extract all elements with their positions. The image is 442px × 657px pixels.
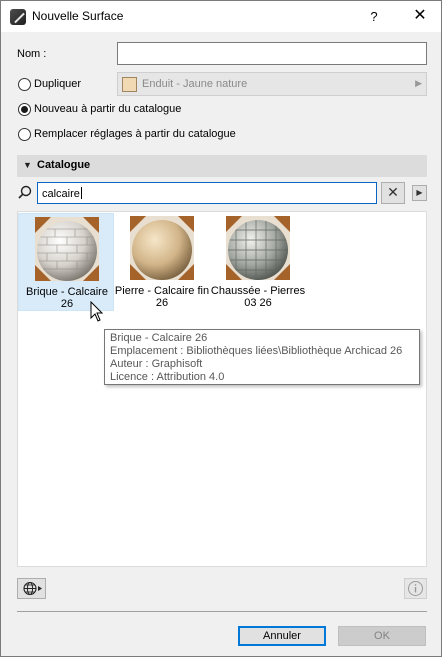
window-title: Nouvelle Surface bbox=[32, 9, 124, 23]
brick-sphere-thumbnail-icon bbox=[35, 217, 99, 281]
new-from-catalog-label[interactable]: Nouveau à partir du catalogue bbox=[34, 103, 181, 115]
mouse-cursor-icon bbox=[90, 301, 104, 322]
catalog-item-pierre-calcaire[interactable]: Pierre - Calcaire fin 26 bbox=[114, 213, 210, 311]
surface-color-swatch bbox=[122, 77, 137, 92]
tooltip-name: Brique - Calcaire 26 bbox=[110, 332, 208, 344]
replace-settings-label[interactable]: Remplacer réglages à partir du catalogue bbox=[34, 128, 236, 140]
tooltip-license: Licence : Attribution 4.0 bbox=[110, 371, 225, 383]
archicad-app-icon bbox=[10, 9, 26, 25]
search-input-value: calcaire bbox=[42, 187, 82, 200]
dropdown-arrow-icon: ▶ bbox=[415, 78, 422, 88]
catalog-section-header[interactable]: ▼ Catalogue bbox=[17, 155, 427, 177]
catalog-search-input[interactable]: calcaire bbox=[37, 182, 377, 204]
cancel-button[interactable]: Annuler bbox=[238, 626, 326, 646]
catalog-section-title: Catalogue bbox=[37, 159, 91, 171]
footer-divider bbox=[17, 611, 427, 612]
online-catalog-button[interactable] bbox=[17, 578, 46, 599]
info-icon bbox=[408, 581, 423, 596]
clear-search-button[interactable]: ✕ bbox=[381, 182, 405, 204]
catalog-item-tooltip: Brique - Calcaire 26 Emplacement : Bibli… bbox=[104, 329, 420, 385]
ok-button[interactable]: OK bbox=[338, 626, 426, 646]
surface-dropdown-value: Enduit - Jaune nature bbox=[142, 78, 248, 90]
title-bar[interactable]: Nouvelle Surface ? ✕ bbox=[1, 1, 441, 32]
stone-sphere-thumbnail-icon bbox=[130, 216, 194, 280]
close-button[interactable]: ✕ bbox=[401, 1, 439, 32]
replace-settings-radio[interactable] bbox=[18, 128, 31, 141]
collapse-triangle-icon: ▼ bbox=[23, 160, 32, 170]
surface-dropdown: Enduit - Jaune nature ▶ bbox=[117, 72, 427, 96]
catalog-results-panel[interactable]: Brique - Calcaire 26 Pierre - Calcaire f… bbox=[17, 211, 427, 567]
info-button[interactable] bbox=[404, 578, 427, 599]
duplicate-radio[interactable] bbox=[18, 78, 31, 91]
tooltip-author: Auteur : Graphisoft bbox=[110, 358, 203, 370]
catalog-item-label: Pierre - Calcaire fin 26 bbox=[114, 285, 210, 309]
help-button[interactable]: ? bbox=[361, 1, 387, 32]
catalog-item-brique-calcaire[interactable]: Brique - Calcaire 26 bbox=[18, 213, 114, 311]
name-input[interactable] bbox=[117, 42, 427, 65]
expand-arrow-button[interactable]: ▶ bbox=[412, 185, 427, 201]
globe-icon bbox=[23, 581, 42, 596]
name-label: Nom : bbox=[17, 48, 47, 60]
tooltip-location: Emplacement : Bibliothèques liées\Biblio… bbox=[110, 345, 403, 357]
catalog-item-chaussee-pierres[interactable]: Chaussée - Pierres 03 26 bbox=[210, 213, 306, 311]
new-from-catalog-radio[interactable] bbox=[18, 103, 31, 116]
duplicate-label[interactable]: Dupliquer bbox=[34, 78, 81, 90]
new-surface-dialog: Nouvelle Surface ? ✕ Nom : Dupliquer End… bbox=[0, 0, 442, 657]
catalog-item-label: Chaussée - Pierres 03 26 bbox=[210, 285, 306, 309]
search-icon bbox=[18, 185, 32, 199]
pavement-sphere-thumbnail-icon bbox=[226, 216, 290, 280]
